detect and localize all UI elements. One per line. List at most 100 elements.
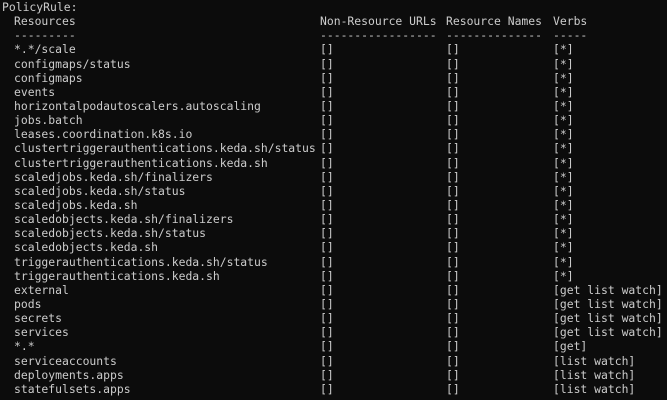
table-row: configmaps [] [] [*] [0,71,667,85]
resource-names-cell: [] [446,127,460,142]
resource-names-cell: [] [446,169,460,184]
non-resource-urls-cell: [] [320,254,334,269]
non-resource-urls-cell: [] [320,268,334,283]
resource-cell: clustertriggerauthentications.keda.sh [14,155,268,170]
table-row: scaledjobs.keda.sh [] [] [*] [0,198,667,212]
verbs-cell: [*] [553,268,574,283]
separator-non-resource-urls: ----------------- [320,28,437,43]
non-resource-urls-cell: [] [320,282,334,297]
non-resource-urls-cell: [] [320,155,334,170]
resource-names-cell: [] [446,367,460,382]
non-resource-urls-cell: [] [320,42,334,57]
resource-cell: clustertriggerauthentications.keda.sh/st… [14,141,316,156]
table-row: leases.coordination.k8s.io [] [] [*] [0,127,667,141]
resource-cell: configmaps/status [14,56,131,71]
resource-cell: scaledobjects.keda.sh/finalizers [14,212,234,227]
non-resource-urls-cell: [] [320,325,334,340]
verbs-cell: [*] [553,212,574,227]
resource-names-cell: [] [446,282,460,297]
column-header-row: Resources Non-Resource URLs Resource Nam… [0,14,667,28]
resource-names-cell: [] [446,296,460,311]
table-row: clustertriggerauthentications.keda.sh/st… [0,141,667,155]
column-header-non-resource-urls: Non-Resource URLs [320,14,437,29]
resource-names-cell: [] [446,197,460,212]
table-row: clustertriggerauthentications.keda.sh [] [… [0,156,667,170]
separator-row: --------- ----------------- ------------… [0,28,667,42]
resource-cell: *.* [14,339,35,354]
verbs-cell: [get] [553,339,588,354]
non-resource-urls-cell: [] [320,98,334,113]
policy-rule-heading: PolicyRule: [2,0,78,14]
table-row: scaledobjects.keda.sh/status [] [] [*] [0,226,667,240]
verbs-cell: [*] [553,197,574,212]
non-resource-urls-cell: [] [320,212,334,227]
resource-cell: scaledobjects.keda.sh/status [14,226,207,241]
resource-cell: triggerauthentications.keda.sh [14,268,220,283]
table-row: serviceaccounts [] [] [list watch] [0,354,667,368]
table-row: *.* [] [] [get] [0,339,667,353]
resource-cell: leases.coordination.k8s.io [14,127,193,142]
non-resource-urls-cell: [] [320,70,334,85]
resource-names-cell: [] [446,56,460,71]
resource-cell: jobs.batch [14,113,83,128]
resource-cell: scaledjobs.keda.sh [14,197,138,212]
non-resource-urls-cell: [] [320,197,334,212]
table-row: triggerauthentications.keda.sh [] [] [*] [0,269,667,283]
resource-names-cell: [] [446,325,460,340]
resource-cell: triggerauthentications.keda.sh/status [14,254,268,269]
table-row: configmaps/status [] [] [*] [0,57,667,71]
resource-names-cell: [] [446,226,460,241]
verbs-cell: [*] [553,141,574,156]
verbs-cell: [*] [553,169,574,184]
non-resource-urls-cell: [] [320,240,334,255]
resource-names-cell: [] [446,212,460,227]
non-resource-urls-cell: [] [320,141,334,156]
separator-verbs: ----- [553,28,588,43]
table-row: scaledobjects.keda.sh [] [] [*] [0,240,667,254]
resource-names-cell: [] [446,254,460,269]
table-row: scaledobjects.keda.sh/finalizers [] [] [*] [0,212,667,226]
column-header-resources: Resources [14,14,76,29]
verbs-cell: [*] [553,226,574,241]
terminal-window[interactable]: PolicyRule: Resources Non-Resource URLs … [0,0,667,400]
resource-names-cell: [] [446,339,460,354]
verbs-cell: [get list watch] [553,282,663,297]
resource-cell: configmaps [14,70,83,85]
resource-cell: services [14,325,69,340]
resource-cell: scaledjobs.keda.sh/finalizers [14,169,213,184]
non-resource-urls-cell: [] [320,353,334,368]
policy-rule-heading-line: PolicyRule: [0,0,667,14]
separator-resource-names: -------------- [446,28,543,43]
verbs-cell: [list watch] [553,353,636,368]
resource-cell: *.*/scale [14,42,76,57]
verbs-cell: [*] [553,84,574,99]
resource-cell: horizontalpodautoscalers.autoscaling [14,98,261,113]
verbs-cell: [get list watch] [553,311,663,326]
resource-names-cell: [] [446,311,460,326]
table-row: pods [] [] [get list watch] [0,297,667,311]
resource-cell: deployments.apps [14,367,124,382]
resource-cell: pods [14,296,42,311]
table-row: *.*/scale [] [] [*] [0,42,667,56]
verbs-cell: [*] [553,155,574,170]
verbs-cell: [get list watch] [553,296,663,311]
resource-names-cell: [] [446,84,460,99]
resource-names-cell: [] [446,240,460,255]
resource-names-cell: [] [446,113,460,128]
verbs-cell: [*] [553,113,574,128]
resource-cell: scaledjobs.keda.sh/status [14,183,186,198]
resource-names-cell: [] [446,70,460,85]
verbs-cell: [list watch] [553,367,636,382]
verbs-cell: [list watch] [553,381,636,396]
separator-resources: --------- [14,28,76,43]
table-row: statefulsets.apps [] [] [list watch] [0,382,667,396]
table-row: deployments.apps [] [] [list watch] [0,368,667,382]
resource-names-cell: [] [446,183,460,198]
non-resource-urls-cell: [] [320,339,334,354]
resource-cell: external [14,282,69,297]
resource-cell: scaledobjects.keda.sh [14,240,159,255]
verbs-cell: [*] [553,254,574,269]
resource-cell: events [14,84,56,99]
table-row: jobs.batch [] [] [*] [0,113,667,127]
non-resource-urls-cell: [] [320,183,334,198]
